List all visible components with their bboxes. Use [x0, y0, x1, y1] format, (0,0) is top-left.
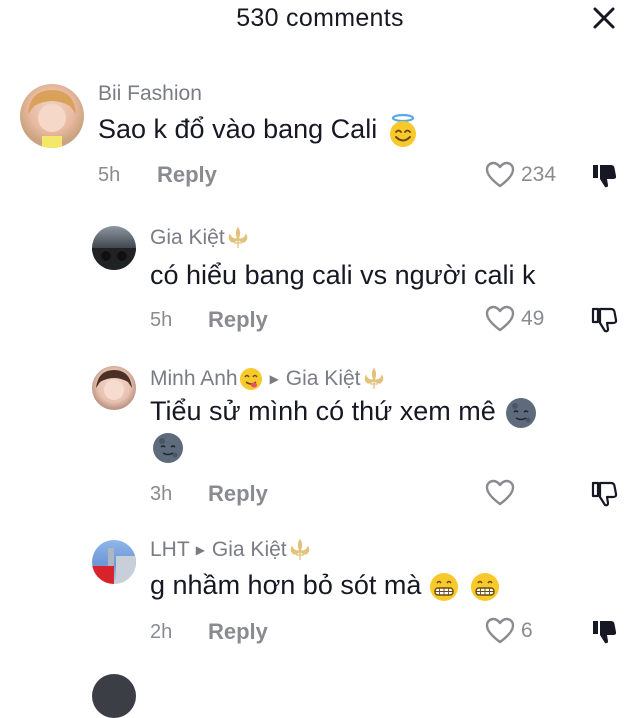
- halo-smile-emoji: [389, 113, 416, 147]
- like-button[interactable]: 49: [485, 305, 544, 333]
- moon-face-emoji: [153, 433, 183, 463]
- avatar[interactable]: [92, 540, 136, 584]
- reply-button[interactable]: Reply: [208, 307, 268, 333]
- reply-button[interactable]: Reply: [208, 481, 268, 507]
- heart-outline-icon: [485, 161, 515, 188]
- grin-emoji: [429, 572, 458, 601]
- comment-item: Bii Fashion Sao k đổ vào bang Cali 5h Re…: [0, 78, 640, 198]
- heart-outline-icon: [485, 479, 515, 506]
- dislike-outline-icon[interactable]: [590, 306, 618, 334]
- reply-arrow-icon: ▶: [269, 372, 279, 386]
- fleur-de-lis-icon: [228, 227, 248, 248]
- comment-text: g nhầm hơn bỏ sót mà: [150, 566, 502, 604]
- reply-to-name: Gia Kiệt: [211, 538, 287, 561]
- heart-outline-icon: [485, 305, 515, 332]
- avatar[interactable]: [92, 674, 136, 718]
- reply-button[interactable]: Reply: [208, 619, 268, 645]
- heart-outline-icon: [485, 617, 515, 644]
- like-button[interactable]: 6: [485, 617, 533, 645]
- like-count: 49: [521, 307, 545, 330]
- comment-reply-item: Minh Anh ▶ Gia Kiệt Tiểu sử mình có thứ …: [0, 362, 640, 522]
- comments-count-title: 530 comments: [236, 4, 404, 32]
- comment-author[interactable]: Gia Kiệt: [150, 226, 249, 250]
- comment-time: 3h: [150, 483, 173, 505]
- comments-header: 530 comments: [0, 0, 640, 40]
- fleur-de-lis-icon: [364, 368, 383, 389]
- comment-author[interactable]: LHT ▶ Gia Kiệt: [150, 538, 311, 562]
- reply-button[interactable]: Reply: [157, 162, 217, 188]
- comment-reply-item: Gia Kiệt có hiểu bang cali vs người cali…: [0, 222, 640, 342]
- like-button[interactable]: 234: [485, 161, 556, 189]
- comment-author[interactable]: Minh Anh ▶ Gia Kiệt: [150, 366, 385, 392]
- moon-face-emoji: [506, 397, 537, 428]
- comment-time: 2h: [150, 621, 173, 643]
- comment-reply-item: LHT ▶ Gia Kiệt g nhầm hơn bỏ sót mà 2h R…: [0, 536, 640, 656]
- reply-arrow-icon: ▶: [195, 543, 205, 557]
- comment-time: 5h: [150, 309, 173, 331]
- close-icon[interactable]: [588, 2, 620, 34]
- dislike-filled-icon[interactable]: [590, 618, 618, 646]
- like-count: 6: [521, 619, 533, 642]
- comment-text: Sao k đổ vào bang Cali: [98, 110, 421, 149]
- dislike-outline-icon[interactable]: [590, 480, 618, 508]
- like-button[interactable]: [485, 479, 521, 507]
- grin-emoji: [471, 572, 500, 601]
- fleur-de-lis-icon: [290, 539, 309, 560]
- reply-to-name: Gia Kiệt: [285, 367, 361, 390]
- yum-face-emoji: [239, 368, 262, 390]
- avatar[interactable]: [92, 366, 136, 410]
- comment-time: 5h: [98, 164, 121, 186]
- comment-text: Tiểu sử mình có thứ xem mê: [150, 392, 539, 431]
- comment-author[interactable]: Bii Fashion: [98, 82, 202, 106]
- avatar[interactable]: [20, 84, 84, 148]
- like-count: 234: [521, 163, 557, 186]
- comment-text: có hiểu bang cali vs người cali k: [150, 260, 536, 290]
- avatar[interactable]: [92, 226, 136, 270]
- dislike-filled-icon[interactable]: [590, 162, 618, 190]
